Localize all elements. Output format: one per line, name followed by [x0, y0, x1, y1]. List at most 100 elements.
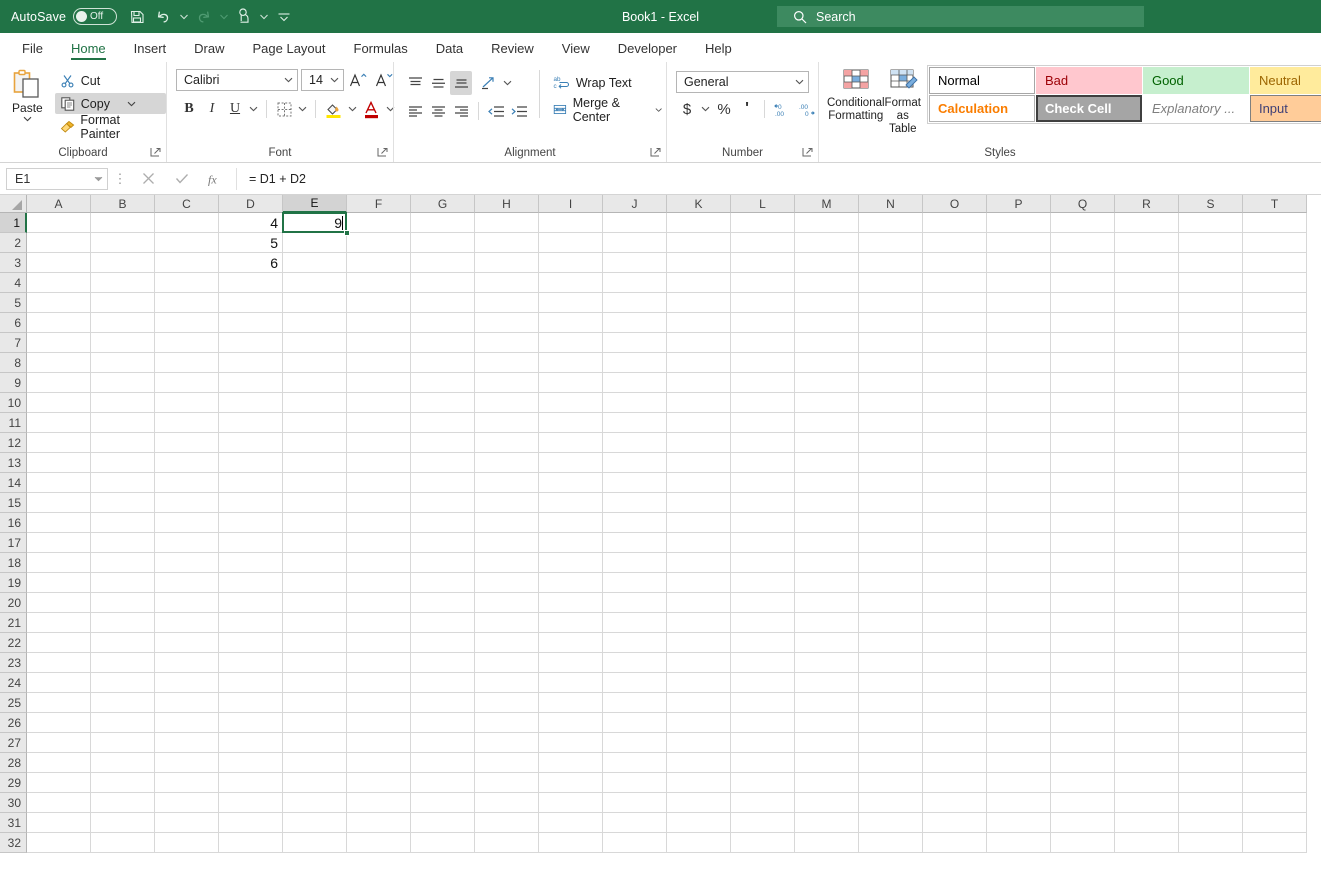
- cell-J15[interactable]: [603, 493, 667, 513]
- cell-H17[interactable]: [475, 533, 539, 553]
- cell-D4[interactable]: [219, 273, 283, 293]
- cell-G3[interactable]: [411, 253, 475, 273]
- cell-B24[interactable]: [91, 673, 155, 693]
- cell-J26[interactable]: [603, 713, 667, 733]
- cell-S15[interactable]: [1179, 493, 1243, 513]
- cell-N3[interactable]: [859, 253, 923, 273]
- cell-L28[interactable]: [731, 753, 795, 773]
- cell-L24[interactable]: [731, 673, 795, 693]
- cell-O6[interactable]: [923, 313, 987, 333]
- cell-E30[interactable]: [283, 793, 347, 813]
- cell-T24[interactable]: [1243, 673, 1307, 693]
- column-header-R[interactable]: R: [1115, 195, 1179, 213]
- cell-P11[interactable]: [987, 413, 1051, 433]
- fill-color-button[interactable]: [322, 97, 345, 121]
- cell-C4[interactable]: [155, 273, 219, 293]
- redo-dropdown-caret-icon[interactable]: [217, 4, 230, 29]
- cell-F30[interactable]: [347, 793, 411, 813]
- cell-R3[interactable]: [1115, 253, 1179, 273]
- cell-G24[interactable]: [411, 673, 475, 693]
- cell-H1[interactable]: [475, 213, 539, 233]
- cell-E26[interactable]: [283, 713, 347, 733]
- cell-C14[interactable]: [155, 473, 219, 493]
- cell-L9[interactable]: [731, 373, 795, 393]
- cell-A6[interactable]: [27, 313, 91, 333]
- cell-T19[interactable]: [1243, 573, 1307, 593]
- cell-T30[interactable]: [1243, 793, 1307, 813]
- cell-G17[interactable]: [411, 533, 475, 553]
- percent-format-button[interactable]: %: [713, 97, 735, 121]
- cell-L21[interactable]: [731, 613, 795, 633]
- style-check-cell[interactable]: Check Cell: [1035, 95, 1142, 122]
- cell-B13[interactable]: [91, 453, 155, 473]
- font-size-caret-icon[interactable]: [330, 77, 339, 83]
- cell-O2[interactable]: [923, 233, 987, 253]
- cell-J17[interactable]: [603, 533, 667, 553]
- cell-T27[interactable]: [1243, 733, 1307, 753]
- cell-I11[interactable]: [539, 413, 603, 433]
- row-header-5[interactable]: 5: [0, 293, 27, 313]
- cell-G4[interactable]: [411, 273, 475, 293]
- cell-D32[interactable]: [219, 833, 283, 853]
- cell-K26[interactable]: [667, 713, 731, 733]
- row-header-8[interactable]: 8: [0, 353, 27, 373]
- cell-F5[interactable]: [347, 293, 411, 313]
- cell-F7[interactable]: [347, 333, 411, 353]
- cell-L18[interactable]: [731, 553, 795, 573]
- select-all-corner[interactable]: [0, 195, 27, 213]
- cell-P17[interactable]: [987, 533, 1051, 553]
- bold-button[interactable]: B: [178, 97, 200, 121]
- cell-Q16[interactable]: [1051, 513, 1115, 533]
- cell-B25[interactable]: [91, 693, 155, 713]
- row-header-30[interactable]: 30: [0, 793, 27, 813]
- cell-O20[interactable]: [923, 593, 987, 613]
- cell-J2[interactable]: [603, 233, 667, 253]
- cell-M8[interactable]: [795, 353, 859, 373]
- cell-T9[interactable]: [1243, 373, 1307, 393]
- cell-A18[interactable]: [27, 553, 91, 573]
- cell-N7[interactable]: [859, 333, 923, 353]
- cell-Q20[interactable]: [1051, 593, 1115, 613]
- cell-F2[interactable]: [347, 233, 411, 253]
- cell-J7[interactable]: [603, 333, 667, 353]
- cell-H18[interactable]: [475, 553, 539, 573]
- cell-A23[interactable]: [27, 653, 91, 673]
- cell-T26[interactable]: [1243, 713, 1307, 733]
- cell-B31[interactable]: [91, 813, 155, 833]
- cell-K12[interactable]: [667, 433, 731, 453]
- cell-J22[interactable]: [603, 633, 667, 653]
- cell-R12[interactable]: [1115, 433, 1179, 453]
- cell-I17[interactable]: [539, 533, 603, 553]
- cell-N22[interactable]: [859, 633, 923, 653]
- merge-center-button[interactable]: Merge & Center: [549, 96, 666, 124]
- cell-H10[interactable]: [475, 393, 539, 413]
- touch-mode-icon[interactable]: [230, 4, 257, 29]
- cell-J9[interactable]: [603, 373, 667, 393]
- cell-J29[interactable]: [603, 773, 667, 793]
- cell-K4[interactable]: [667, 273, 731, 293]
- cell-T14[interactable]: [1243, 473, 1307, 493]
- cell-J21[interactable]: [603, 613, 667, 633]
- cell-S25[interactable]: [1179, 693, 1243, 713]
- cell-E23[interactable]: [283, 653, 347, 673]
- cell-J13[interactable]: [603, 453, 667, 473]
- cell-P22[interactable]: [987, 633, 1051, 653]
- cell-S19[interactable]: [1179, 573, 1243, 593]
- cell-C13[interactable]: [155, 453, 219, 473]
- cell-J8[interactable]: [603, 353, 667, 373]
- cell-T25[interactable]: [1243, 693, 1307, 713]
- column-header-N[interactable]: N: [859, 195, 923, 213]
- cell-G1[interactable]: [411, 213, 475, 233]
- cell-K32[interactable]: [667, 833, 731, 853]
- cell-K15[interactable]: [667, 493, 731, 513]
- column-header-I[interactable]: I: [539, 195, 603, 213]
- copy-button[interactable]: Copy: [54, 93, 166, 114]
- cell-P7[interactable]: [987, 333, 1051, 353]
- cell-L12[interactable]: [731, 433, 795, 453]
- row-header-23[interactable]: 23: [0, 653, 27, 673]
- cell-I32[interactable]: [539, 833, 603, 853]
- cell-A1[interactable]: [27, 213, 91, 233]
- cell-N18[interactable]: [859, 553, 923, 573]
- cell-H32[interactable]: [475, 833, 539, 853]
- cell-A31[interactable]: [27, 813, 91, 833]
